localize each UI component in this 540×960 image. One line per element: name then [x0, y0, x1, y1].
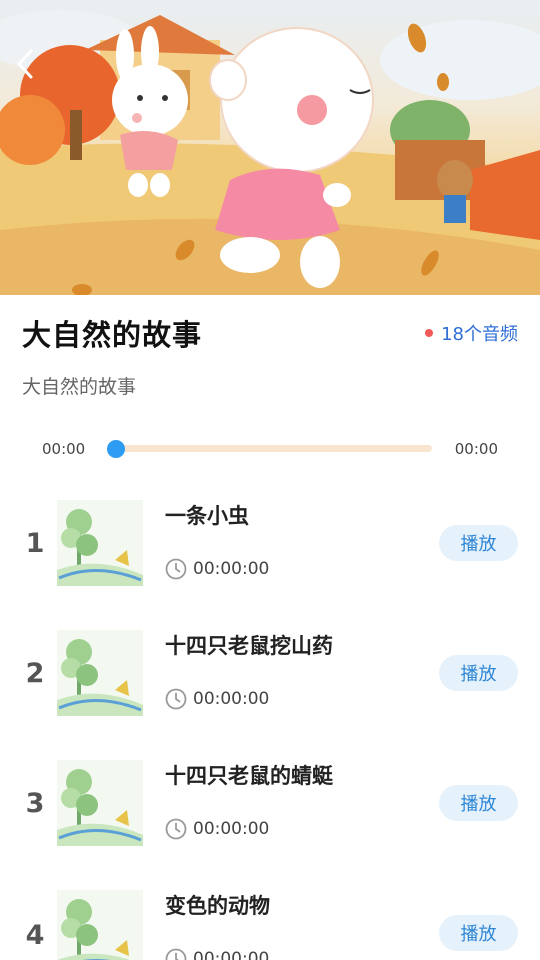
audio-count: 18个音频: [425, 320, 518, 346]
progress-track[interactable]: [114, 445, 432, 452]
track-index: 3: [25, 788, 45, 819]
track-duration-text: 00:00:00: [193, 689, 270, 709]
tree-illustration-icon: [57, 890, 143, 960]
track-thumbnail: [57, 630, 143, 716]
track-name: 十四只老鼠挖山药: [165, 634, 333, 658]
track-name: 十四只老鼠的蜻蜓: [165, 764, 333, 788]
clock-icon: [165, 688, 187, 710]
list-item[interactable]: 3 十四只老鼠的蜻蜓 00:00:00 播放: [0, 760, 540, 870]
cover-illustration: [0, 10, 540, 295]
album-cover-banner: [0, 0, 540, 295]
list-item[interactable]: 1 一条小虫 00:00:00 播放: [0, 500, 540, 610]
track-index: 2: [25, 658, 45, 689]
track-duration: 00:00:00: [165, 948, 269, 960]
tree-illustration-icon: [57, 500, 143, 586]
track-thumbnail: [57, 500, 143, 586]
track-name: 变色的动物: [165, 894, 270, 918]
clock-icon: [165, 948, 187, 960]
track-thumbnail: [57, 890, 143, 960]
play-button[interactable]: 播放: [439, 655, 518, 691]
album-subtitle: 大自然的故事: [22, 376, 137, 398]
total-time: 00:00: [454, 440, 498, 458]
list-item[interactable]: 2 十四只老鼠挖山药 00:00:00 播放: [0, 630, 540, 740]
tree-illustration-icon: [57, 760, 143, 846]
track-index: 4: [25, 920, 45, 951]
clock-icon: [165, 818, 187, 840]
track-duration-text: 00:00:00: [193, 949, 270, 960]
list-item[interactable]: 4 变色的动物 00:00:00 播放: [0, 890, 540, 960]
count-dot-icon: [425, 329, 434, 337]
album-title: 大自然的故事: [22, 318, 203, 352]
tree-illustration-icon: [57, 630, 143, 716]
track-duration-text: 00:00:00: [193, 819, 270, 839]
progress-thumb[interactable]: [107, 440, 125, 458]
clock-icon: [165, 558, 187, 580]
track-name: 一条小虫: [165, 504, 249, 528]
chevron-left-icon: [17, 49, 33, 79]
track-index: 1: [25, 528, 45, 559]
track-duration: 00:00:00: [165, 688, 269, 710]
audio-count-label: 18个音频: [441, 324, 518, 345]
play-button[interactable]: 播放: [439, 525, 518, 561]
track-duration: 00:00:00: [165, 818, 269, 840]
play-button[interactable]: 播放: [439, 785, 518, 821]
current-time: 00:00: [42, 440, 86, 458]
track-duration: 00:00:00: [165, 558, 269, 580]
track-thumbnail: [57, 760, 143, 846]
play-button[interactable]: 播放: [439, 915, 518, 951]
back-button[interactable]: [14, 48, 50, 84]
track-duration-text: 00:00:00: [193, 559, 270, 579]
